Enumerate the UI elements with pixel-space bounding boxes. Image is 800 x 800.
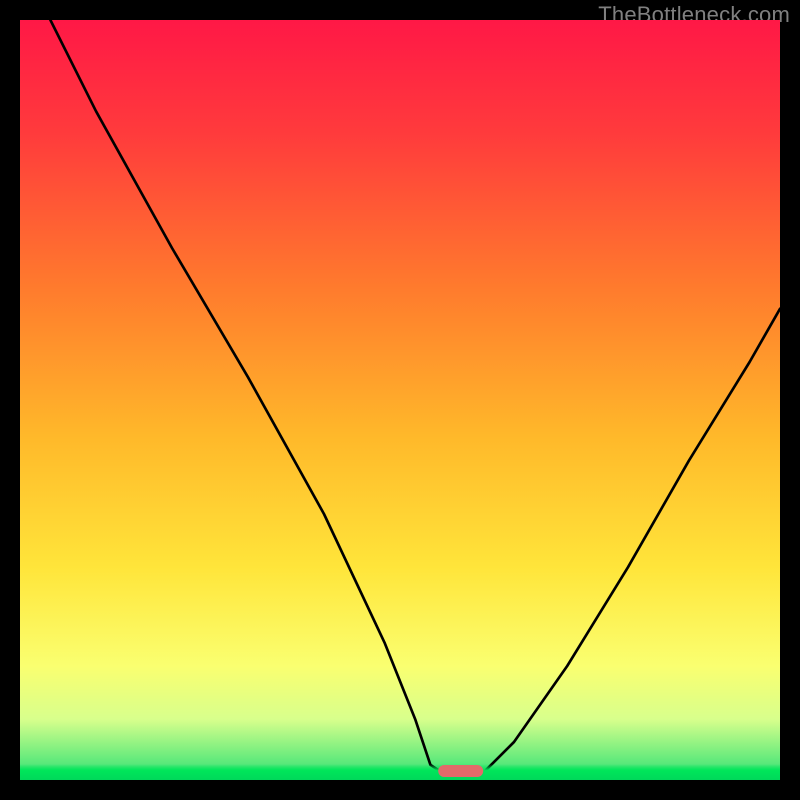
bottleneck-curve bbox=[20, 20, 780, 780]
optimal-marker bbox=[438, 765, 484, 777]
chart-frame: TheBottleneck.com bbox=[0, 0, 800, 800]
plot-area bbox=[20, 20, 780, 780]
